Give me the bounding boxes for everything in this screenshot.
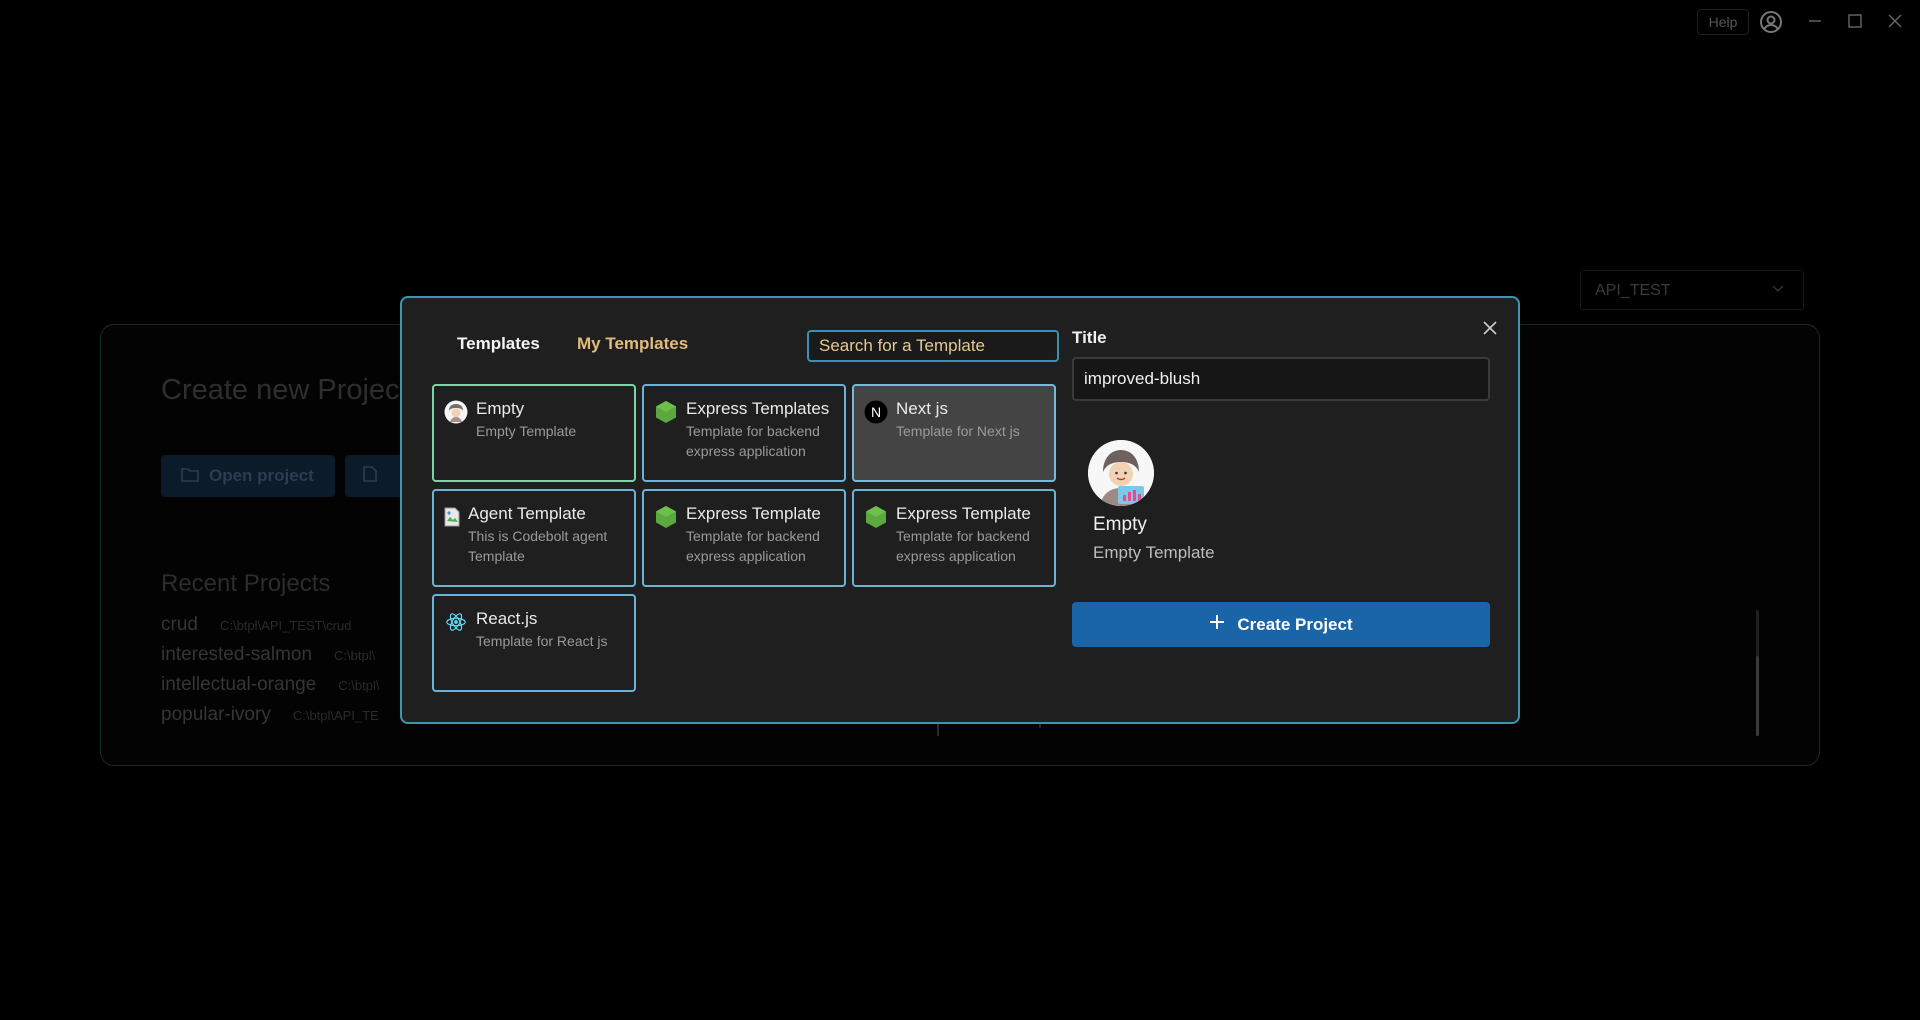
template-title: Express Templates <box>686 399 830 418</box>
workspace-select[interactable]: API_TEST <box>1580 270 1804 310</box>
template-title: React.js <box>476 609 538 628</box>
nodejs-hexagon-icon <box>654 400 678 424</box>
template-search-input[interactable] <box>807 330 1059 362</box>
svg-text:N: N <box>871 404 881 420</box>
recent-project-path: C:\btpl\ <box>334 648 376 663</box>
broken-image-icon <box>444 505 460 529</box>
template-desc: Template for backend express application <box>686 528 820 564</box>
new-project-modal: Templates My Templates Empty Empty Templ… <box>400 296 1520 724</box>
recent-project-path: C:\btpl\ <box>338 678 380 693</box>
template-card-express-templates[interactable]: Express Templates Template for backend e… <box>642 384 846 482</box>
template-title: Next js <box>896 399 948 418</box>
nodejs-hexagon-icon <box>654 505 678 529</box>
recent-project-name: interested-salmon <box>161 644 313 665</box>
title-bar: Help <box>0 0 1920 42</box>
modal-close-icon[interactable] <box>1480 318 1500 338</box>
create-project-label: Create Project <box>1237 614 1353 634</box>
template-title: Empty <box>476 399 525 418</box>
template-title: Express Template <box>896 504 1031 523</box>
recent-project-path: C:\btpl\API_TEST\crud <box>219 618 352 633</box>
template-desc: Template for backend express application <box>686 423 820 459</box>
tab-my-templates[interactable]: My Templates <box>577 334 688 354</box>
template-title: Express Template <box>686 504 821 523</box>
template-card-empty[interactable]: Empty Empty Template <box>432 384 636 482</box>
title-label: Title <box>1072 328 1107 347</box>
recent-project-name: popular-ivory <box>161 704 271 725</box>
tab-templates[interactable]: Templates <box>457 334 540 354</box>
create-project-button[interactable]: Create Project <box>1072 602 1490 647</box>
nextjs-icon: N <box>864 400 888 424</box>
recent-project-row[interactable]: intellectual-orange C:\btpl\ <box>161 674 379 696</box>
divider <box>937 722 939 736</box>
project-title-input[interactable] <box>1072 357 1490 401</box>
scrollbar-thumb[interactable] <box>1756 656 1759 736</box>
recent-project-name: crud <box>161 614 198 635</box>
workspace-select-value: API_TEST <box>1595 282 1671 299</box>
recent-projects-title: Recent Projects <box>161 570 331 597</box>
template-card-next-js[interactable]: N Next js Template for Next js <box>852 384 1056 482</box>
chevron-down-icon <box>1771 281 1785 300</box>
recent-project-path: C:\btpl\API_TE <box>292 708 379 723</box>
template-desc: Empty Template <box>476 423 577 439</box>
recent-project-name: intellectual-orange <box>161 674 317 695</box>
recent-project-row[interactable]: crud C:\btpl\API_TEST\crud <box>161 614 351 636</box>
preview-template-desc: Empty Template <box>1093 543 1215 562</box>
template-card-express-template[interactable]: Express Template Template for backend ex… <box>852 489 1056 587</box>
folder-icon <box>181 466 199 487</box>
nodejs-hexagon-icon <box>864 505 888 529</box>
template-card-express-template[interactable]: Express Template Template for backend ex… <box>642 489 846 587</box>
preview-template-name: Empty <box>1093 514 1147 535</box>
page-title: Create new Projec <box>161 374 400 406</box>
plus-icon <box>1209 614 1225 635</box>
recent-project-row[interactable]: interested-salmon C:\btpl\ <box>161 644 375 666</box>
close-icon[interactable] <box>1882 8 1908 34</box>
account-circle-icon[interactable] <box>1759 10 1783 34</box>
recent-project-row[interactable]: popular-ivory C:\btpl\API_TE <box>161 704 379 726</box>
maximize-icon[interactable] <box>1842 8 1868 34</box>
template-desc: Template for React js <box>476 633 608 649</box>
open-project-label: Open project <box>209 466 314 485</box>
template-desc: Template for backend express application <box>896 528 1030 564</box>
template-preview-avatar <box>1088 440 1154 506</box>
help-button[interactable]: Help <box>1697 9 1749 35</box>
avatar-icon <box>444 400 468 424</box>
open-project-button[interactable]: Open project <box>161 455 335 497</box>
template-card-agent-template[interactable]: Agent Template This is Codebolt agent Te… <box>432 489 636 587</box>
file-icon <box>363 465 377 487</box>
template-title: Agent Template <box>468 504 586 523</box>
template-desc: Template for Next js <box>896 423 1020 439</box>
template-desc: This is Codebolt agent Template <box>468 528 608 564</box>
template-card-react-js[interactable]: React.js Template for React js <box>432 594 636 692</box>
react-atom-icon <box>444 610 468 634</box>
minimize-icon[interactable] <box>1802 8 1828 34</box>
